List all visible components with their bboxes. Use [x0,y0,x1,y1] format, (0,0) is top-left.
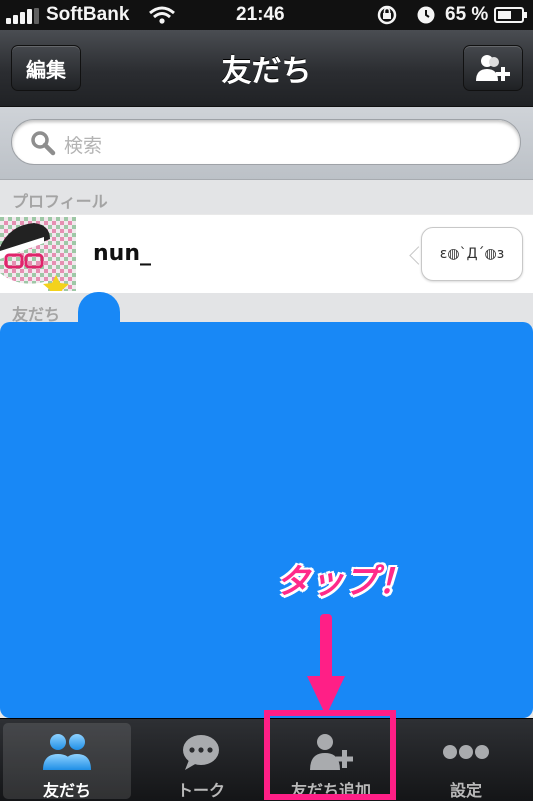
tab-friends[interactable]: 友だち [3,723,131,800]
blue-overlay [0,322,533,718]
avatar [0,217,76,291]
tab-settings[interactable]: 設定 [402,723,530,800]
alarm-icon [417,6,435,24]
carrier-name: SoftBank [46,4,130,25]
more-icon [402,729,530,775]
signal-strength-icon [6,8,40,24]
battery-percentage: 65 % [445,4,489,25]
add-friend-button[interactable] [463,45,523,91]
section-header-profile: プロフィール [0,180,533,214]
status-message-bubble: ɛ◍`Д´◍ɜ [421,227,523,281]
search-input[interactable]: 検索 [11,119,521,165]
search-bar: 検索 [0,107,533,180]
navigation-bar: 編集 友だち [0,30,533,107]
tab-talk[interactable]: トーク [137,723,265,800]
add-friend-icon [476,55,510,81]
status-bar: SoftBank 21:46 65 % [0,0,533,30]
page-title: 友だち [221,54,312,89]
tap-annotation: タップ！ [276,562,412,602]
tab-label: トーク [176,781,225,800]
profile-name: nun_ [93,241,151,266]
friends-icon [3,729,131,775]
highlight-box [264,710,396,800]
wifi-icon [149,6,175,24]
clock: 21:46 [236,4,285,25]
arrow-shaft [320,614,332,680]
rotation-lock-icon [377,5,397,25]
search-icon [31,131,56,156]
battery-icon [494,7,527,23]
search-placeholder: 検索 [64,135,103,157]
chat-bubble-icon [137,729,265,775]
profile-row[interactable]: nun_ ɛ◍`Д´◍ɜ [0,215,533,294]
tab-label: 設定 [449,781,482,800]
tab-label: 友だち [42,781,91,800]
